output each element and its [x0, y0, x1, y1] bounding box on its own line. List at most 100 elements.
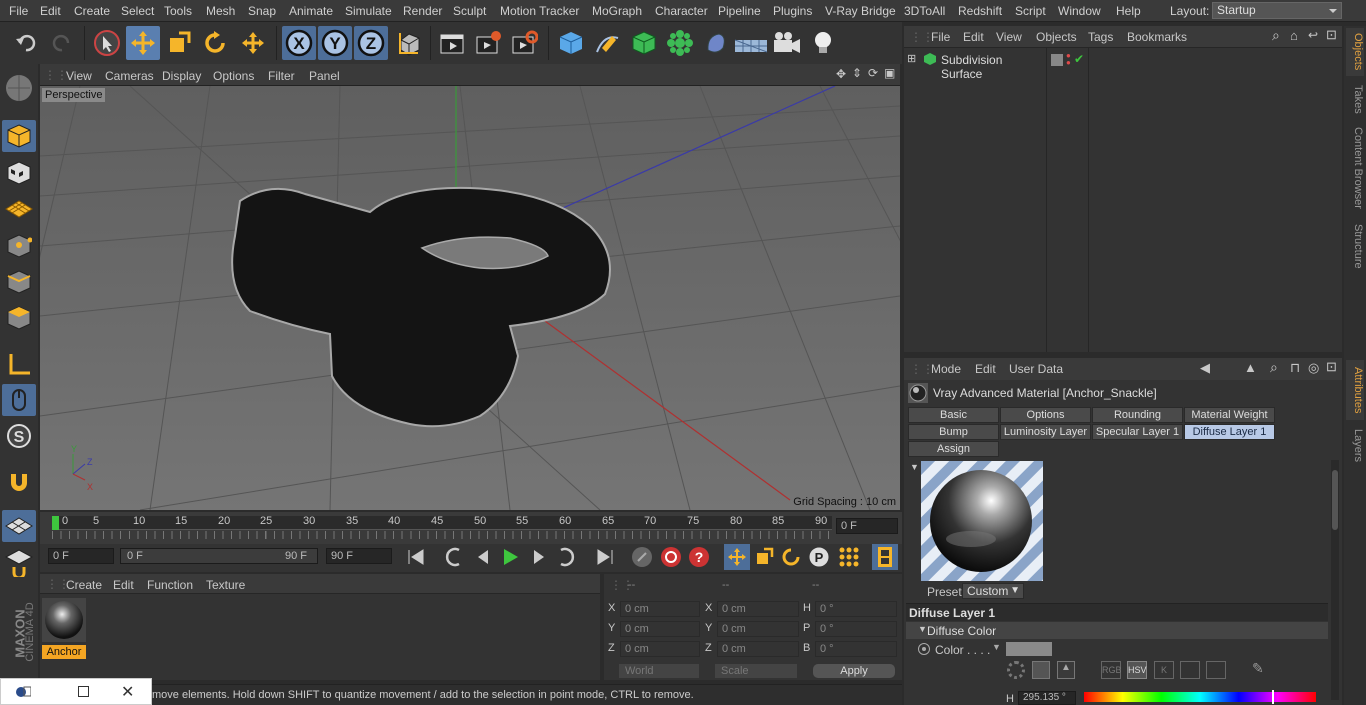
enable-axis-icon[interactable]	[2, 510, 36, 542]
object-menu-tags[interactable]: Tags	[1088, 30, 1113, 44]
timeline-ruler[interactable]: 0 5 10 15 20 25 30 35 40 45 50 55 60 65 …	[40, 512, 902, 544]
transform-tool-icon[interactable]	[236, 26, 270, 60]
rotation-b-field[interactable]: 0 °	[815, 641, 897, 657]
layout-select[interactable]: Startup	[1212, 2, 1342, 19]
material-menu-create[interactable]: Create	[66, 578, 102, 592]
floor-environment-icon[interactable]	[734, 26, 768, 60]
menu-character[interactable]: Character	[655, 4, 708, 18]
preset-select[interactable]: Custom ▼	[962, 583, 1024, 599]
tab-material-weight[interactable]: Material Weight	[1184, 407, 1275, 423]
hsv-mode-button[interactable]: HSV	[1127, 661, 1147, 679]
expand-icon[interactable]: ⊞	[907, 52, 916, 65]
record-keys-icon[interactable]	[631, 546, 653, 571]
deformer-icon[interactable]	[699, 26, 733, 60]
tab-basic[interactable]: Basic	[908, 407, 999, 423]
edges-mode-icon[interactable]	[2, 266, 36, 298]
make-editable-icon[interactable]	[2, 72, 36, 104]
z-axis-lock-icon[interactable]: Z	[354, 26, 388, 60]
size-z-field[interactable]: 0 cm	[717, 641, 799, 657]
object-home-icon[interactable]: ⌂	[1290, 28, 1298, 43]
menu-script[interactable]: Script	[1015, 4, 1046, 18]
keyframe-selection-icon[interactable]: ?	[688, 546, 710, 571]
coordinate-system-icon[interactable]	[392, 26, 426, 60]
menu-3dtoall[interactable]: 3DToAll	[904, 4, 945, 18]
side-tab-takes[interactable]: Takes	[1346, 82, 1364, 116]
render-settings-icon[interactable]	[507, 26, 541, 60]
viewport-rotate-icon[interactable]: ⟳	[868, 66, 878, 80]
object-row-subdivision-surface[interactable]: ⊞ Subdivision Surface	[905, 52, 1045, 81]
key-rotation-icon[interactable]	[781, 547, 801, 570]
viewport-menu-options[interactable]: Options	[213, 69, 254, 83]
close-icon[interactable]: ✕	[121, 682, 134, 702]
viewport-pan-icon[interactable]: ✥	[836, 67, 846, 81]
play-icon[interactable]	[499, 546, 521, 571]
viewport-menu-filter[interactable]: Filter	[268, 69, 295, 83]
rotate-tool-icon[interactable]	[198, 26, 232, 60]
next-frame-icon[interactable]	[528, 546, 550, 571]
size-y-field[interactable]: 0 cm	[717, 621, 799, 637]
object-menu-view[interactable]: View	[996, 30, 1022, 44]
color-swatches-icon[interactable]	[1206, 661, 1226, 679]
object-new-window-icon[interactable]: ⊡	[1326, 27, 1337, 43]
material-menu-edit[interactable]: Edit	[113, 578, 134, 592]
side-tab-layers[interactable]: Layers	[1346, 426, 1364, 466]
texture-mode-icon[interactable]	[2, 157, 36, 189]
coordinate-system-select[interactable]: World	[618, 663, 700, 679]
rgb-mode-button[interactable]: RGB	[1101, 661, 1122, 679]
attribute-new-window-icon[interactable]: ⊡	[1326, 359, 1337, 375]
cloner-icon[interactable]	[663, 26, 697, 60]
viewport-menu-panel[interactable]: Panel	[309, 69, 340, 83]
menu-file[interactable]: File	[9, 4, 28, 18]
workplane-mode-icon[interactable]	[2, 193, 36, 225]
tab-rounding[interactable]: Rounding	[1092, 407, 1183, 423]
viewport-menu-view[interactable]: View	[66, 69, 92, 83]
attribute-back-icon[interactable]: ◀	[1200, 360, 1210, 376]
color-dropdown-icon[interactable]: ▼	[992, 642, 1001, 652]
side-tab-attributes[interactable]: Attributes	[1346, 360, 1364, 420]
kelvin-mode-button[interactable]: K	[1154, 661, 1174, 679]
size-x-field[interactable]: 0 cm	[717, 601, 799, 617]
preview-collapse-icon[interactable]: ▼	[910, 462, 919, 472]
position-y-field[interactable]: 0 cm	[620, 621, 700, 637]
key-pla-icon[interactable]	[838, 546, 860, 571]
tab-luminosity-layer[interactable]: Luminosity Layer	[1000, 424, 1091, 440]
object-back-icon[interactable]: ↩	[1308, 28, 1318, 42]
app-icon[interactable]	[15, 685, 32, 699]
next-key-icon[interactable]	[555, 546, 577, 571]
menu-snap[interactable]: Snap	[248, 4, 276, 18]
menu-edit[interactable]: Edit	[40, 4, 61, 18]
side-tab-content-browser[interactable]: Content Browser	[1346, 122, 1364, 214]
viewport-3d[interactable]: Y Z X Perspective Grid Spacing : 10 cm	[40, 86, 900, 510]
start-frame-field[interactable]: 0 F	[48, 548, 114, 564]
render-to-picture-viewer-icon[interactable]	[471, 26, 505, 60]
menu-plugins[interactable]: Plugins	[773, 4, 812, 18]
menu-window[interactable]: Window	[1058, 4, 1101, 18]
size-mode-select[interactable]: Scale	[714, 663, 798, 679]
menu-animate[interactable]: Animate	[289, 4, 333, 18]
rotation-p-field[interactable]: 0 °	[815, 621, 897, 637]
key-scale-icon[interactable]	[754, 547, 774, 570]
color-image-icon[interactable]: ▲	[1057, 661, 1075, 679]
menu-create[interactable]: Create	[74, 4, 110, 18]
spline-pen-icon[interactable]	[590, 26, 624, 60]
end-frame-field[interactable]: 90 F	[326, 548, 392, 564]
side-tab-objects[interactable]: Objects	[1346, 28, 1364, 76]
attribute-scrollbar[interactable]	[1331, 460, 1339, 700]
menu-motion-tracker[interactable]: Motion Tracker	[500, 4, 579, 18]
tab-options[interactable]: Options	[1000, 407, 1091, 423]
menu-help[interactable]: Help	[1116, 4, 1141, 18]
tweak-mode-icon[interactable]	[2, 384, 36, 416]
menu-tools[interactable]: Tools	[164, 4, 192, 18]
timeline-film-icon[interactable]	[872, 544, 898, 570]
object-search-icon[interactable]: ⌕	[1272, 27, 1280, 44]
snapping-icon[interactable]: S	[2, 420, 36, 452]
previous-key-icon[interactable]	[443, 546, 465, 571]
menu-simulate[interactable]: Simulate	[345, 4, 392, 18]
position-z-field[interactable]: 0 cm	[620, 641, 700, 657]
key-parameter-icon[interactable]: P	[808, 546, 830, 571]
menu-mesh[interactable]: Mesh	[206, 4, 235, 18]
object-menu-objects[interactable]: Objects	[1036, 30, 1077, 44]
hue-field[interactable]: 295.135 °	[1018, 691, 1076, 705]
model-mode-icon[interactable]	[2, 120, 36, 152]
menu-mograph[interactable]: MoGraph	[592, 4, 642, 18]
